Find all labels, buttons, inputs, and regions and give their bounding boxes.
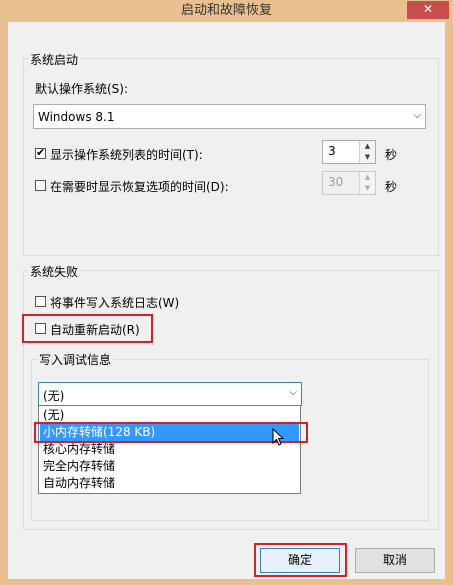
os-list-time-spinner[interactable]: 3 ▲ ▼ — [322, 140, 376, 164]
spinner-arrows[interactable]: ▲ ▼ — [359, 141, 375, 163]
spin-up-icon[interactable]: ▲ — [360, 172, 375, 183]
debug-type-select[interactable]: (无) ⌵ — [38, 382, 302, 406]
option-kernel-dump[interactable]: 核心内存转储 — [40, 441, 299, 458]
show-os-list-checkbox[interactable]: ✔ — [35, 146, 46, 159]
recovery-unit: 秒 — [385, 180, 398, 194]
close-button[interactable]: ✕ — [407, 1, 449, 19]
window-frame-right — [445, 22, 453, 585]
debug-type-value: (无) — [43, 389, 65, 403]
spin-down-icon[interactable]: ▼ — [360, 183, 375, 194]
auto-restart-label: 自动重新启动(R) — [50, 323, 140, 337]
recovery-time-value: 30 — [328, 175, 344, 189]
ok-button[interactable]: 确定 — [260, 548, 340, 573]
write-log-label: 将事件写入系统日志(W) — [50, 296, 180, 310]
recovery-time-spinner[interactable]: 30 ▲ ▼ — [322, 171, 376, 195]
debug-type-options: (无) 小内存转储(128 KB) 核心内存转储 完全内存转储 自动内存转储 — [38, 405, 301, 494]
cancel-button[interactable]: 取消 — [355, 548, 435, 573]
window-frame-left — [0, 22, 8, 585]
default-os-value: Windows 8.1 — [38, 110, 115, 124]
spin-down-icon[interactable]: ▼ — [360, 152, 375, 163]
window-title: 启动和故障恢复 — [180, 3, 272, 18]
option-complete-dump[interactable]: 完全内存转储 — [40, 458, 299, 475]
show-recovery-checkbox[interactable] — [35, 180, 46, 191]
close-icon: ✕ — [422, 2, 434, 16]
title-bar: 启动和故障恢复 — [0, 0, 453, 22]
option-automatic-dump[interactable]: 自动内存转储 — [40, 475, 299, 492]
show-recovery-label: 在需要时显示恢复选项的时间(D): — [50, 180, 229, 194]
spin-up-icon[interactable]: ▲ — [360, 141, 375, 152]
check-icon: ✔ — [36, 146, 46, 159]
show-os-list-label: 显示操作系统列表的时间(T): — [50, 148, 203, 162]
chevron-down-icon: ⌵ — [289, 387, 297, 398]
auto-restart-checkbox[interactable] — [35, 323, 46, 334]
debug-legend: 写入调试信息 — [37, 351, 114, 368]
startup-legend: 系统启动 — [28, 51, 81, 68]
spinner-arrows[interactable]: ▲ ▼ — [359, 172, 375, 194]
default-os-select[interactable]: Windows 8.1 ⌵ — [33, 104, 426, 129]
os-list-unit: 秒 — [385, 148, 398, 162]
small-dump-highlight — [34, 422, 308, 443]
window-frame-bottom — [0, 579, 453, 585]
chevron-down-icon: ⌵ — [413, 110, 421, 121]
default-os-label: 默认操作系统(S): — [35, 82, 129, 96]
write-log-checkbox[interactable] — [35, 296, 46, 307]
os-list-time-value: 3 — [328, 144, 336, 158]
mouse-cursor-icon — [272, 428, 285, 446]
failure-legend: 系统失败 — [28, 263, 81, 280]
